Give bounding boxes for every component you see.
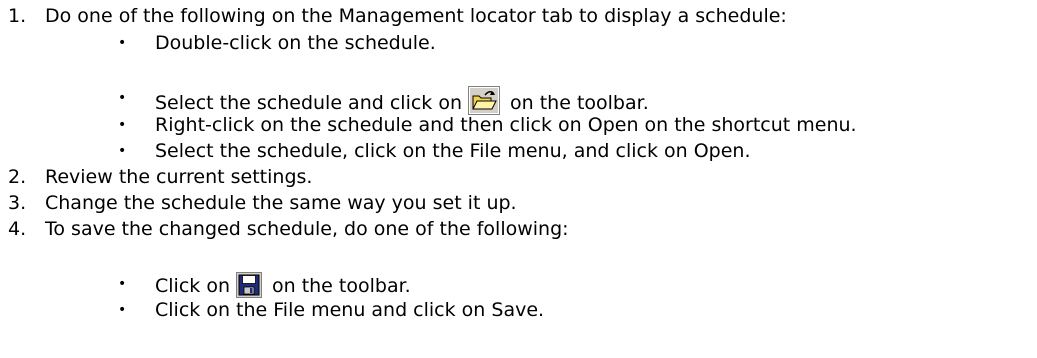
bullet-text: Click on the File menu and click on Save… [155,299,545,321]
step-number: 1. [8,5,27,27]
step-4-bullet-2: • Click on the File menu and click on Sa… [0,298,1037,322]
bullet-glyph: • [118,302,127,318]
bullet-text: Select the schedule, click on the File m… [155,140,751,162]
step-2: 2. Review the current settings. [0,165,1037,189]
bullet-glyph: • [118,35,127,51]
step-text: Do one of the following on the Managemen… [45,5,787,27]
step-4: 4. To save the changed schedule, do one … [0,217,1037,241]
step-3: 3. Change the schedule the same way you … [0,191,1037,215]
step-1-bullet-4: • Select the schedule, click on the File… [0,139,1037,163]
step-text: To save the changed schedule, do one of … [45,218,569,240]
bullet-text-after: on the toolbar. [510,92,649,114]
bullet-glyph: • [118,143,127,159]
bullet-glyph: • [118,117,127,133]
step-text: Change the schedule the same way you set… [45,192,517,214]
bullet-text: Double-click on the schedule. [155,32,436,54]
step-number: 2. [8,166,27,188]
bullet-text-before: Select the schedule and click on [155,92,463,114]
bullet-text: Right-click on the schedule and then cli… [155,114,857,136]
bullet-glyph: • [118,276,127,292]
step-4-bullet-1: • Click on on the toolbar. [0,272,1037,298]
step-1-bullet-1: • Double-click on the schedule. [0,31,1037,55]
step-1-bullet-2: • Select the schedule and click on on th… [0,86,1037,115]
step-text: Review the current settings. [45,166,313,188]
step-number: 3. [8,192,27,214]
step-1-bullet-3: • Right-click on the schedule and then c… [0,113,1037,137]
step-1: 1. Do one of the following on the Manage… [0,4,1037,28]
bullet-text-after: on the toolbar. [271,275,411,297]
bullet-glyph: • [118,90,127,106]
step-number: 4. [8,218,27,240]
bullet-text-before: Click on [155,275,230,297]
